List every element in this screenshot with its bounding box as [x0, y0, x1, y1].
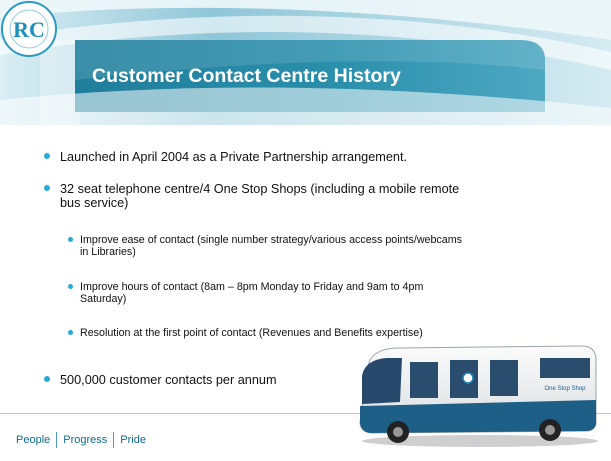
footer-separator [113, 432, 115, 448]
council-logo: RC [1, 1, 57, 57]
bullet-dot-icon [68, 237, 73, 242]
sub-bullet-text: Improve hours of contact (8am – 8pm Mond… [80, 281, 424, 305]
bullet-dot-icon [68, 330, 73, 335]
bullet-dot-icon [68, 284, 73, 289]
bullet-item: 32 seat telephone centre/4 One Stop Shop… [44, 182, 480, 210]
bus-sign-text: One Stop Shop [544, 386, 586, 392]
bullet-item: 500,000 customer contacts per annum [44, 373, 360, 387]
bullet-dot-icon [44, 185, 50, 191]
sub-bullet-item: Improve ease of contact (single number s… [68, 234, 470, 258]
bullet-text: 32 seat telephone centre/4 One Stop Shop… [60, 182, 460, 210]
bullet-item: Launched in April 2004 as a Private Part… [44, 150, 520, 164]
footer-word: Pride [120, 434, 146, 446]
logo-letters: RC [13, 17, 45, 42]
bullet-dot-icon [44, 153, 50, 159]
footer-word: People [16, 434, 51, 446]
slide-title: Customer Contact Centre History [92, 65, 401, 87]
footer-tagline: People Progress Pride [16, 432, 146, 448]
sub-bullet-text: Improve ease of contact (single number s… [80, 234, 462, 258]
mobile-bus-image: One Stop Shop [359, 345, 598, 447]
sub-bullet-item: Improve hours of contact (8am – 8pm Mond… [68, 281, 470, 305]
header-banner: Customer Contact Centre History RC [0, 0, 611, 125]
header-swoosh-graphic [0, 0, 611, 125]
bullet-dot-icon [44, 376, 50, 382]
bullet-text: 500,000 customer contacts per annum [60, 373, 277, 387]
bullet-text: Launched in April 2004 as a Private Part… [60, 150, 408, 164]
slide: Customer Contact Centre History RC Launc… [0, 0, 611, 461]
footer-word: Progress [63, 434, 108, 446]
footer-separator [56, 432, 58, 448]
